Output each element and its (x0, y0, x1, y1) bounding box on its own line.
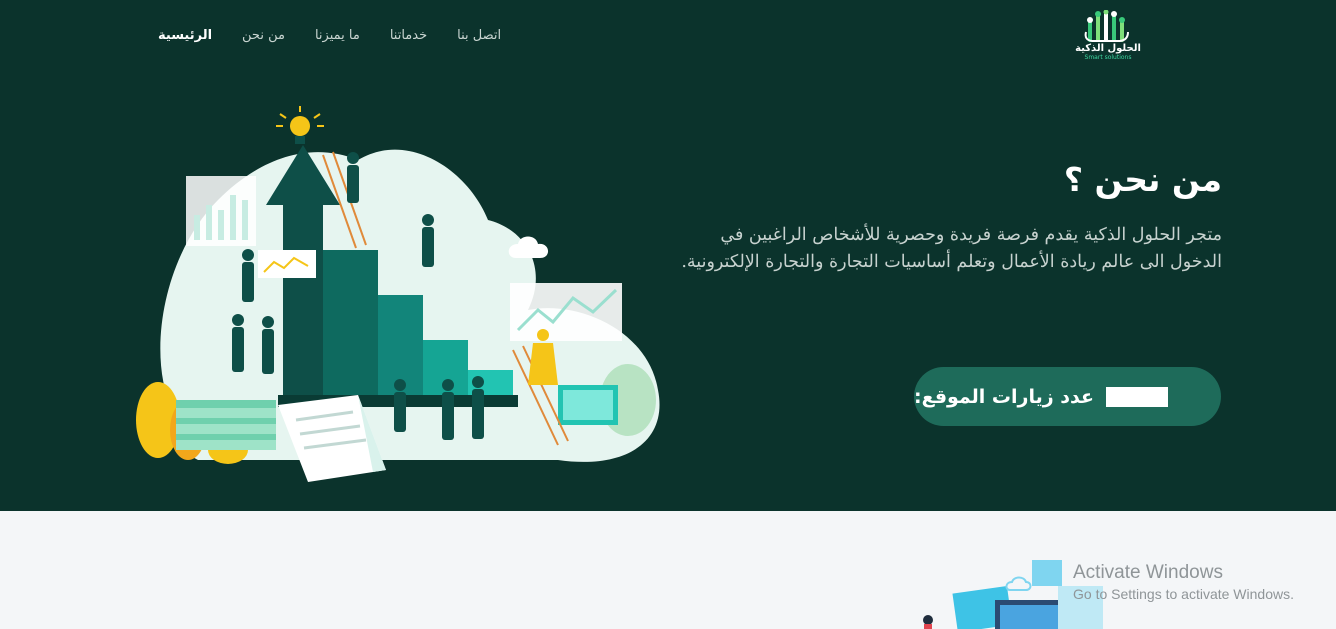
watermark-title: Activate Windows (1073, 562, 1223, 583)
visits-counter-button[interactable]: عدد زيارات الموقع: (914, 367, 1221, 426)
main-nav: الرئيسية من نحن ما يميزنا خدماتنا اتصل ب… (158, 28, 501, 43)
about-description: متجر الحلول الذكية يقدم فرصة فريدة وحصري… (681, 225, 1222, 272)
hero-section: الرئيسية من نحن ما يميزنا خدماتنا اتصل ب… (0, 0, 1336, 511)
logo-name-ar: الحلول الذكية (1075, 43, 1141, 54)
about-title: من نحن ؟ (1063, 160, 1222, 199)
nav-item-contact[interactable]: اتصل بنا (457, 28, 501, 43)
nav-item-features[interactable]: ما يميزنا (315, 28, 360, 43)
site-logo[interactable]: الحلول الذكية Smart solutions (1072, 10, 1144, 70)
nav-item-services[interactable]: خدماتنا (390, 28, 427, 43)
windows-activation-watermark: Activate Windows Go to Settings to activ… (1073, 562, 1294, 604)
nav-item-about[interactable]: من نحن (242, 28, 285, 43)
nav-item-home[interactable]: الرئيسية (158, 28, 212, 43)
circuit-hand-icon (1084, 10, 1129, 42)
teamwork-growth-illustration (136, 106, 660, 482)
visits-label: عدد زيارات الموقع: (914, 385, 1094, 408)
logo-name-en: Smart solutions (1084, 54, 1132, 61)
watermark-subtitle: Go to Settings to activate Windows. (1073, 586, 1294, 602)
visits-count-box (1106, 386, 1168, 407)
